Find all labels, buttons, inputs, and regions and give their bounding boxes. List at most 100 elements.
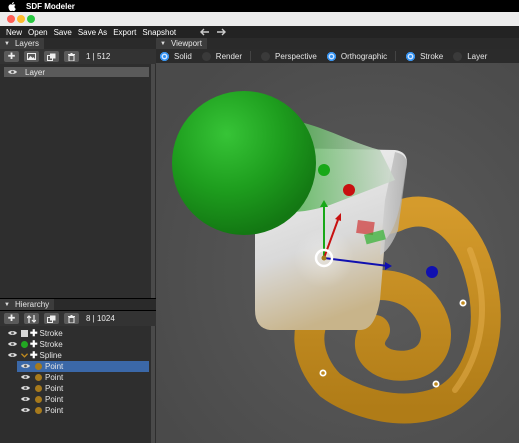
minimize-window-button[interactable] [17,15,25,23]
tree-row-point-selected[interactable]: Point [17,361,149,372]
spline-chevron-icon[interactable] [21,353,28,358]
layer-image-button[interactable] [24,51,39,62]
spline-point-center [434,382,438,386]
delete-layer-button[interactable] [64,51,79,62]
tree-row-label: Spline [39,350,62,360]
app-menu-bar: New Open Save Save As Export Snapshot [0,26,519,38]
menu-open[interactable]: Open [25,28,51,37]
menu-save-as[interactable]: Save As [75,28,110,37]
point-handle-dot[interactable] [426,266,438,278]
arrow-right-icon[interactable] [216,28,227,36]
delete-node-button[interactable] [64,313,79,324]
eye-icon[interactable] [21,374,30,380]
radio-perspective[interactable] [261,51,271,61]
toolbar-divider [250,51,252,61]
collapse-triangle-icon[interactable]: ▼ [4,302,10,308]
scene-render[interactable] [156,63,519,443]
tree-row-stroke-sphere[interactable]: ✚ Stroke [4,339,149,350]
tree-row-stroke-cube[interactable]: ✚ Stroke [4,328,149,339]
tree-row-label: Point [45,394,64,404]
tree-row-point[interactable]: Point [17,405,149,416]
trash-icon [68,52,75,61]
option-orthographic-label: Orthographic [340,51,388,61]
sphere-swatch-icon [21,340,28,348]
option-render-label: Render [215,51,243,61]
collapse-triangle-icon[interactable]: ▼ [4,41,10,47]
add-node-button[interactable]: ✚ [4,313,19,324]
close-window-button[interactable] [7,15,15,23]
duplicate-icon [47,315,56,323]
radio-layer[interactable] [453,51,463,61]
eye-icon[interactable] [21,385,30,391]
duplicate-icon [47,53,56,61]
option-layer-label: Layer [467,51,488,61]
spline-point-center [321,371,325,375]
hierarchy-toolbar: ✚ 8 | 1024 [0,311,156,326]
eye-icon[interactable] [21,407,30,413]
viewport-title: Viewport [170,39,202,48]
point-swatch-icon [35,373,42,381]
collapse-triangle-icon[interactable]: ▼ [160,41,166,47]
viewport-canvas[interactable] [156,63,519,443]
duplicate-layer-button[interactable] [44,51,59,62]
viewport-tab[interactable]: ▼ Viewport [156,38,207,49]
option-stroke-label: Stroke [420,51,444,61]
hierarchy-tab[interactable]: ▼ Hierarchy [0,299,55,310]
point-swatch-icon [35,406,42,414]
radio-stroke[interactable] [406,51,416,61]
tree-row-point[interactable]: Point [17,372,149,383]
layers-list [0,64,156,298]
viewport-panel-header: ▼ Viewport [156,38,519,49]
swap-node-button[interactable] [24,313,39,324]
gizmo-center-dot [321,255,327,261]
radio-render[interactable] [201,51,211,61]
tree-row-spline[interactable]: ✚ Spline [4,350,149,361]
tree-row-label: Stroke [39,328,63,338]
duplicate-node-button[interactable] [44,313,59,324]
app-name: SDF Modeler [26,1,75,11]
tree-row-point[interactable]: Point [17,394,149,405]
sphere-handle-dot[interactable] [318,164,330,176]
hierarchy-scrollbar[interactable] [151,326,155,443]
union-plus-icon: ✚ [30,349,38,360]
green-sphere[interactable] [172,91,316,235]
point-swatch-icon [35,362,42,370]
image-icon [27,53,36,60]
arrow-left-icon[interactable] [199,28,210,36]
menu-new[interactable]: New [3,28,25,37]
apple-icon[interactable] [8,1,16,11]
toolbar-divider [395,51,397,61]
union-plus-icon: ✚ [30,338,38,349]
swap-icon [27,314,36,323]
layer-label: Layer [25,67,46,77]
tree-row-label: Point [45,383,64,393]
menu-save[interactable]: Save [51,28,75,37]
radio-orthographic[interactable] [326,51,336,61]
layers-panel-header: ▼ Layers [0,38,156,49]
layer-row[interactable]: Layer [4,67,149,77]
eye-icon[interactable] [21,396,30,402]
radio-solid[interactable] [160,51,169,61]
eye-icon[interactable] [8,330,17,336]
zoom-window-button[interactable] [27,15,35,23]
union-plus-icon: ✚ [30,327,38,338]
layers-toolbar: ✚ 1 | 512 [0,49,156,64]
cube-handle-dot[interactable] [343,184,355,196]
layers-tab[interactable]: ▼ Layers [0,38,44,49]
hierarchy-panel-header: ▼ Hierarchy [0,299,156,310]
eye-icon[interactable] [8,352,17,358]
eye-icon[interactable] [21,363,30,369]
eye-icon[interactable] [8,341,17,347]
option-perspective-label: Perspective [275,51,317,61]
menu-export[interactable]: Export [110,28,139,37]
eye-icon[interactable] [8,69,17,75]
layers-scrollbar[interactable] [151,64,155,298]
tree-row-label: Point [45,405,64,415]
point-swatch-icon [35,395,42,403]
hierarchy-title: Hierarchy [14,300,50,309]
layers-title: Layers [14,39,39,48]
add-layer-button[interactable]: ✚ [4,51,19,62]
point-swatch-icon [35,384,42,392]
tree-row-point[interactable]: Point [17,383,149,394]
menu-snapshot[interactable]: Snapshot [139,28,179,37]
